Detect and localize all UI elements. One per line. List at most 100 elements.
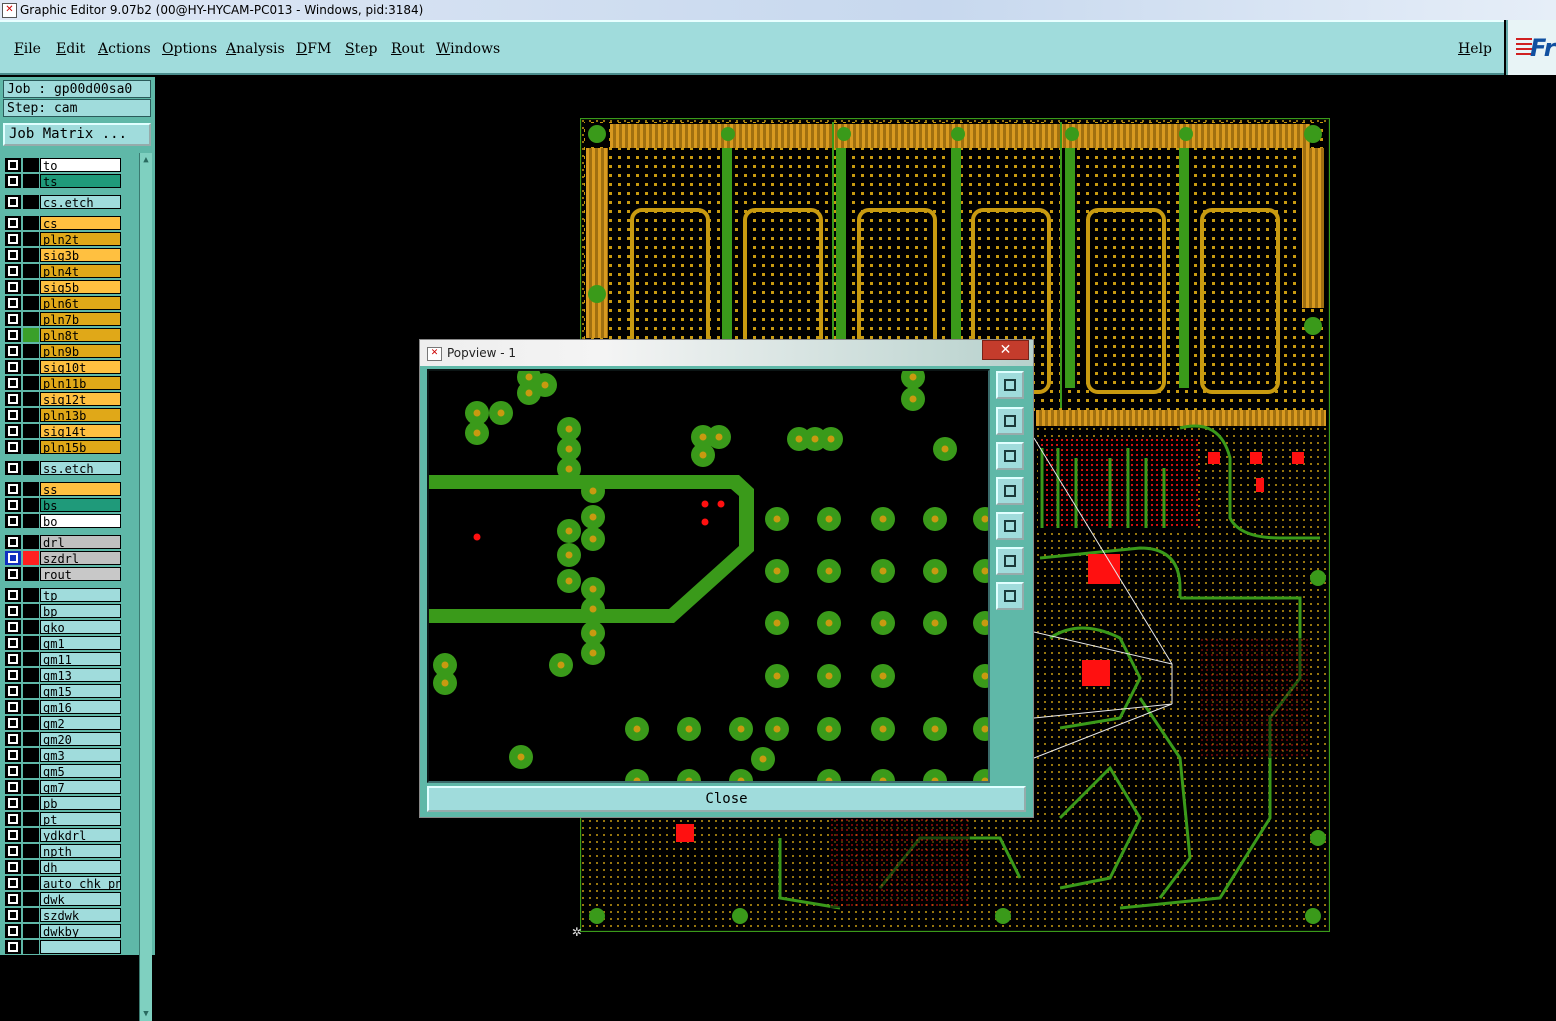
layer-checkbox[interactable] (5, 876, 21, 890)
popview-titlebar[interactable]: ✕ Popview - 1 (420, 340, 1033, 366)
layer-row[interactable]: gm11 (3, 651, 137, 667)
layer-name[interactable]: gm5 (40, 764, 121, 778)
layer-color-swatch[interactable] (23, 844, 39, 858)
layer-name[interactable]: gm3 (40, 748, 121, 762)
popview-tool-zoom-window-button[interactable] (996, 371, 1024, 399)
layer-row[interactable]: pt (3, 811, 137, 827)
layer-color-swatch[interactable] (23, 796, 39, 810)
layer-row[interactable]: bp (3, 603, 137, 619)
layer-color-swatch[interactable] (23, 344, 39, 358)
layer-color-swatch[interactable] (23, 392, 39, 406)
scroll-down-icon[interactable]: ▼ (141, 1009, 151, 1019)
popview-close-x-button[interactable]: ✕ (982, 340, 1029, 360)
layer-color-swatch[interactable] (23, 940, 39, 954)
layer-color-swatch[interactable] (23, 551, 39, 565)
layer-checkbox[interactable] (5, 174, 21, 188)
layer-name[interactable] (40, 940, 121, 954)
menu-analysis[interactable]: Analysis (226, 41, 285, 57)
layer-name[interactable]: bo (40, 514, 121, 528)
layer-color-swatch[interactable] (23, 232, 39, 246)
layer-name[interactable]: sig5b (40, 280, 121, 294)
layer-color-swatch[interactable] (23, 535, 39, 549)
layer-checkbox[interactable] (5, 514, 21, 528)
layer-checkbox[interactable] (5, 668, 21, 682)
popview-tool-pan-left-button[interactable] (996, 477, 1024, 505)
layer-checkbox[interactable] (5, 195, 21, 209)
layer-name[interactable]: cs.etch (40, 195, 121, 209)
layer-color-swatch[interactable] (23, 732, 39, 746)
layer-color-swatch[interactable] (23, 360, 39, 374)
layer-checkbox[interactable] (5, 344, 21, 358)
layer-row[interactable]: pln11b (3, 375, 137, 391)
layer-color-swatch[interactable] (23, 195, 39, 209)
job-matrix-button[interactable]: Job Matrix ... (3, 123, 151, 146)
layer-checkbox[interactable] (5, 796, 21, 810)
layer-checkbox[interactable] (5, 812, 21, 826)
layer-row[interactable]: sig12t (3, 391, 137, 407)
layer-checkbox[interactable] (5, 684, 21, 698)
layer-row[interactable]: sig14t (3, 423, 137, 439)
layer-name[interactable]: gm7 (40, 780, 121, 794)
layer-checkbox[interactable] (5, 908, 21, 922)
layer-row[interactable]: gm7 (3, 779, 137, 795)
layer-name[interactable]: gm20 (40, 732, 121, 746)
layer-checkbox[interactable] (5, 716, 21, 730)
popview-tool-fit-button[interactable] (996, 582, 1024, 610)
layer-name[interactable]: npth (40, 844, 121, 858)
layer-row[interactable]: sig10t (3, 359, 137, 375)
layer-name[interactable]: dwk (40, 892, 121, 906)
layer-color-swatch[interactable] (23, 764, 39, 778)
layer-row[interactable]: pln9b (3, 343, 137, 359)
layer-checkbox[interactable] (5, 940, 21, 954)
layer-row[interactable]: gm1 (3, 635, 137, 651)
popview-tool-zoom-in-button[interactable] (996, 547, 1024, 575)
layer-color-swatch[interactable] (23, 780, 39, 794)
layer-color-swatch[interactable] (23, 604, 39, 618)
layer-name[interactable]: bs (40, 498, 121, 512)
layer-name[interactable]: drl (40, 535, 121, 549)
layer-name[interactable]: pln15b (40, 440, 121, 454)
layer-color-swatch[interactable] (23, 158, 39, 172)
layer-color-swatch[interactable] (23, 828, 39, 842)
layer-name[interactable]: gm13 (40, 668, 121, 682)
layer-row[interactable]: ss.etch (3, 460, 137, 476)
layer-name[interactable]: gm2 (40, 716, 121, 730)
layer-color-swatch[interactable] (23, 812, 39, 826)
layer-color-swatch[interactable] (23, 716, 39, 730)
layer-name[interactable]: cs (40, 216, 121, 230)
popview-canvas[interactable] (427, 369, 990, 783)
layer-color-swatch[interactable] (23, 248, 39, 262)
layer-row[interactable]: pln8t (3, 327, 137, 343)
layer-row[interactable]: tp (3, 587, 137, 603)
layer-checkbox[interactable] (5, 780, 21, 794)
layer-checkbox[interactable] (5, 408, 21, 422)
popview-tool-pan-down-button[interactable] (996, 442, 1024, 470)
layer-name[interactable]: ss (40, 482, 121, 496)
layer-row[interactable]: cs (3, 215, 137, 231)
layer-checkbox[interactable] (5, 158, 21, 172)
layer-checkbox[interactable] (5, 248, 21, 262)
popview-tool-pan-right-button[interactable] (996, 512, 1024, 540)
layer-name[interactable]: pln4t (40, 264, 121, 278)
layer-name[interactable]: pln8t (40, 328, 121, 342)
layer-checkbox[interactable] (5, 424, 21, 438)
layer-row[interactable]: dwk (3, 891, 137, 907)
layer-color-swatch[interactable] (23, 514, 39, 528)
scroll-up-icon[interactable]: ▲ (141, 155, 151, 165)
layer-checkbox[interactable] (5, 461, 21, 475)
menu-step[interactable]: Step (345, 41, 377, 57)
layer-color-swatch[interactable] (23, 700, 39, 714)
layer-checkbox[interactable] (5, 604, 21, 618)
layer-color-swatch[interactable] (23, 376, 39, 390)
menu-dfm[interactable]: DFM (296, 41, 331, 57)
layer-color-swatch[interactable] (23, 408, 39, 422)
layer-checkbox[interactable] (5, 588, 21, 602)
layer-name[interactable]: tp (40, 588, 121, 602)
layer-color-swatch[interactable] (23, 216, 39, 230)
layer-checkbox[interactable] (5, 652, 21, 666)
layer-checkbox[interactable] (5, 376, 21, 390)
layer-color-swatch[interactable] (23, 264, 39, 278)
layer-color-swatch[interactable] (23, 892, 39, 906)
layer-row[interactable]: bs (3, 497, 137, 513)
layer-name[interactable]: gm15 (40, 684, 121, 698)
